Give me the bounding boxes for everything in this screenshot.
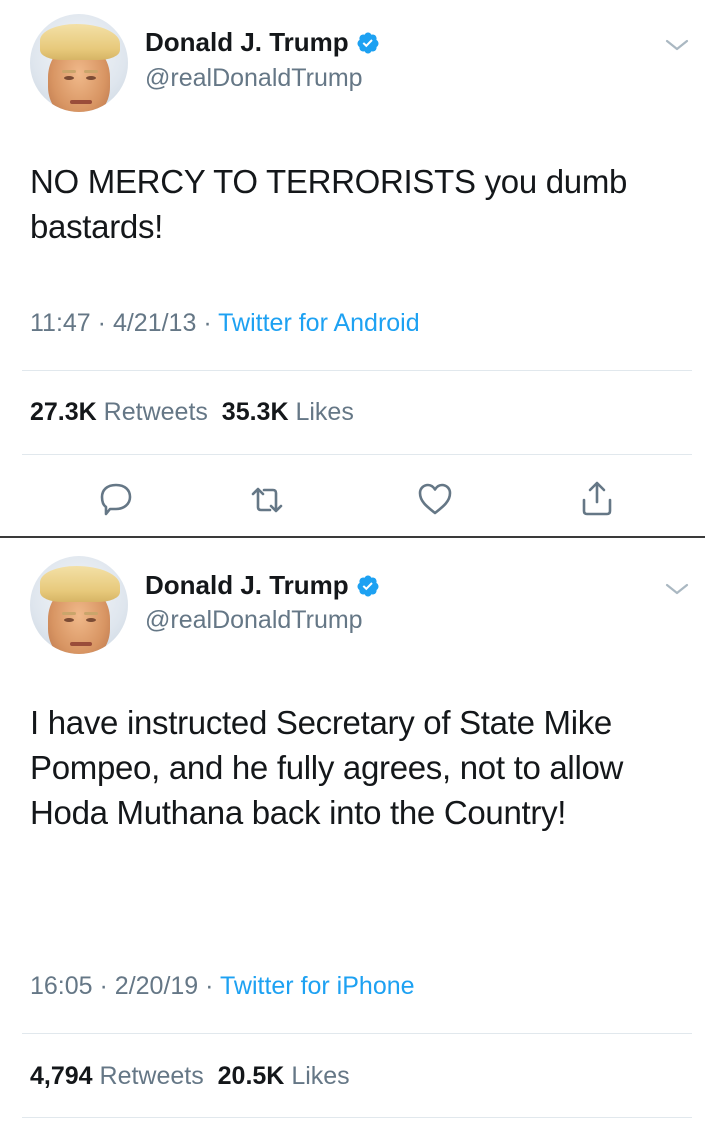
tweet-meta: 11:47 · 4/21/13 · Twitter for Android [30,309,420,338]
tweet-date[interactable]: 2/20/19 [115,972,198,1000]
meta-separator: · [203,309,219,337]
avatar-brow [62,612,76,615]
meta-separator: · [97,309,113,337]
author-name[interactable]: Donald J. Trump [145,27,349,58]
tweet-card[interactable]: Donald J. Trump @realDonaldTrump NO MERC… [0,0,705,537]
retweet-count: 4,794 [30,1062,93,1090]
verified-badge-icon [357,32,379,53]
tweet-stats: 4,794 Retweets 20.5K Likes [30,1062,350,1091]
verified-badge-icon [357,575,379,596]
likes-stat[interactable]: 35.3K Likes [222,398,354,426]
tweet-stats: 27.3K Retweets 35.3K Likes [30,398,354,427]
tweet-time[interactable]: 16:05 [30,972,93,1000]
avatar[interactable] [30,556,128,654]
divider [22,454,692,455]
tweet-source-link[interactable]: Twitter for Android [218,309,419,337]
author-name[interactable]: Donald J. Trump [145,570,349,601]
divider [22,370,692,371]
likes-label: Likes [291,1062,350,1090]
avatar-eye [64,76,74,80]
likes-label: Likes [295,398,354,426]
divider [22,1033,692,1034]
tweet-date[interactable]: 4/21/13 [113,309,196,337]
tweet-card[interactable]: Donald J. Trump @realDonaldTrump I have … [0,539,705,1123]
avatar-eye [64,618,74,622]
avatar[interactable] [30,14,128,112]
chevron-down-icon[interactable] [664,36,690,54]
retweets-label: Retweets [103,398,208,426]
author-handle[interactable]: @realDonaldTrump [145,606,363,635]
chevron-down-icon[interactable] [664,580,690,598]
tweet-text: I have instructed Secretary of State Mik… [30,704,624,831]
meta-separator: · [99,972,115,1000]
retweets-stat[interactable]: 27.3K Retweets [30,398,208,426]
likes-stat[interactable]: 20.5K Likes [218,1062,350,1090]
avatar-brow [84,70,98,73]
tweet-source-link[interactable]: Twitter for iPhone [220,972,415,1000]
author-row[interactable]: Donald J. Trump [145,570,380,601]
action-bar [0,477,705,527]
retweets-label: Retweets [99,1062,204,1090]
meta-separator: · [205,972,220,1000]
share-icon[interactable] [577,478,617,518]
avatar-brow [84,612,98,615]
heart-icon[interactable] [415,479,455,519]
author-row[interactable]: Donald J. Trump [145,27,380,58]
avatar-hair [40,24,120,60]
reply-icon[interactable] [96,479,136,519]
tweet-time[interactable]: 11:47 [30,309,91,337]
tweet-text: NO MERCY TO TERRORISTS you dumb bastards… [30,163,628,245]
avatar-brow [62,70,76,73]
retweets-stat[interactable]: 4,794 Retweets [30,1062,204,1090]
divider [22,1117,692,1118]
like-count: 35.3K [221,398,289,426]
avatar-hair [40,566,120,602]
avatar-mouth [70,100,92,104]
avatar-mouth [70,642,92,646]
section-separator [0,536,705,538]
avatar-eye [86,76,96,80]
retweet-icon[interactable] [247,480,287,520]
retweet-count: 27.3K [30,398,97,426]
like-count: 20.5K [217,1062,285,1090]
tweet-meta: 16:05 · 2/20/19 · Twitter for iPhone [30,972,415,1001]
author-handle[interactable]: @realDonaldTrump [145,64,363,93]
avatar-eye [86,618,96,622]
